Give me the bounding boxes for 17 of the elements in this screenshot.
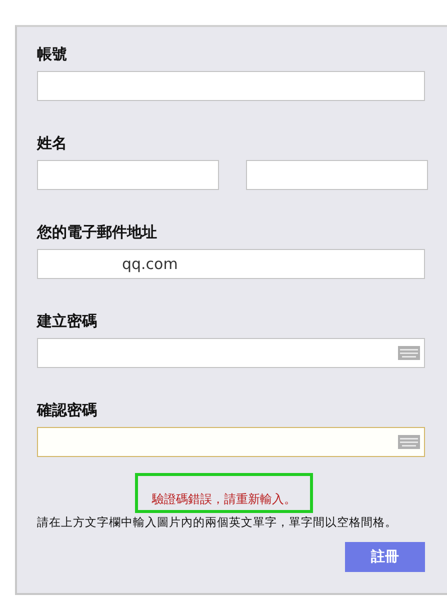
hint-text: 請在上方文字欄中輸入圖片內的兩個英文單字，單字間以空格間格。 [37, 515, 397, 530]
input-field[interactable] [246, 160, 428, 190]
error-message: 驗證碼錯誤，請重新輸入。 [152, 492, 296, 506]
field-value: qq.com [122, 255, 178, 273]
field-label: 建立密碼 [37, 312, 97, 331]
input-field[interactable] [37, 71, 425, 101]
field-label: 確認密碼 [37, 401, 97, 420]
input-field[interactable] [37, 427, 425, 457]
input-field[interactable]: qq.com [37, 249, 425, 279]
field-label: 您的電子郵件地址 [37, 223, 157, 242]
field-label: 帳號 [37, 45, 67, 64]
input-field[interactable] [37, 160, 219, 190]
keyboard-icon[interactable] [398, 435, 420, 449]
input-field[interactable] [37, 338, 425, 368]
register-button[interactable]: 註冊 [345, 542, 425, 572]
keyboard-icon[interactable] [398, 346, 420, 360]
field-label: 姓名 [37, 134, 67, 153]
